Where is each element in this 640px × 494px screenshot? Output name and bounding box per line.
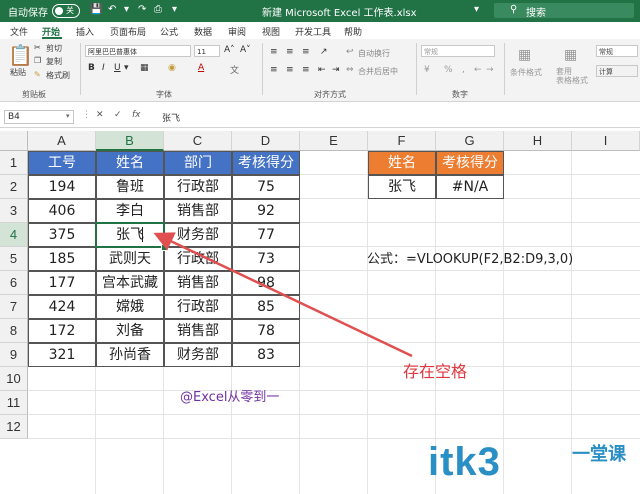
watermark-logo: itk3 [428, 440, 501, 484]
annotation-arrow [153, 232, 413, 358]
watermark-subtitle: 一堂课 [572, 444, 626, 465]
arrow-line [153, 232, 413, 358]
